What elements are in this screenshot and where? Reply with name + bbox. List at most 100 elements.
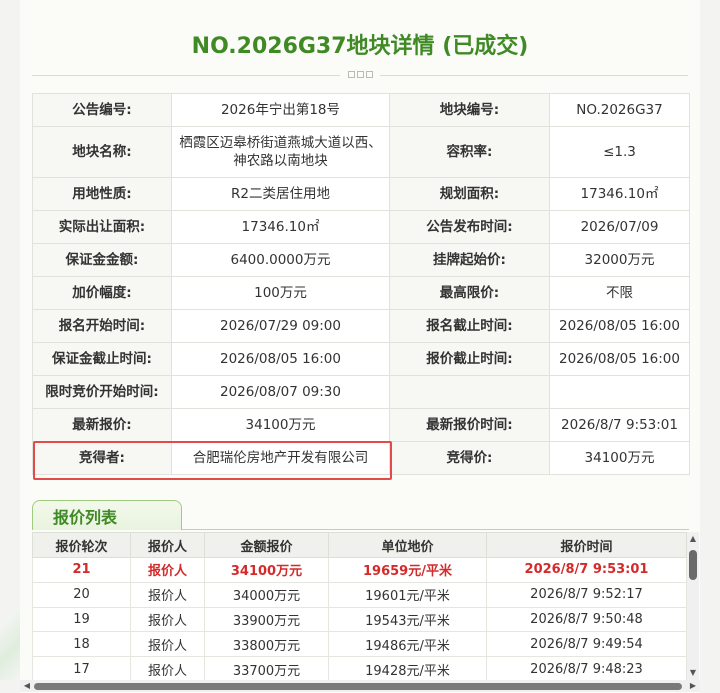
info-row: 最新报价: 34100万元 最新报价时间: 2026/8/7 9:53:01 xyxy=(32,408,690,442)
info-label: 报名开始时间: xyxy=(32,309,172,343)
info-label: 最新报价: xyxy=(32,408,172,442)
bid-list-table: 报价轮次 报价人 金额报价 单位地价 报价时间 21 报价人 34100万元 19659元/平… xyxy=(32,532,687,680)
bid-cell: 19601元/平米 xyxy=(328,581,487,608)
bid-cell: 2026/8/7 9:52:17 xyxy=(486,581,687,608)
info-label: 报名截止时间: xyxy=(389,309,550,343)
info-value: 2026/08/07 09:30 xyxy=(171,375,390,409)
info-label: 保证金金额: xyxy=(32,243,172,277)
info-value xyxy=(549,375,690,409)
bid-cell: 19428元/平米 xyxy=(328,656,487,680)
info-value: 2026年宁出第18号 xyxy=(171,93,390,127)
info-value: 6400.0000万元 xyxy=(171,243,390,277)
scroll-down-arrow-icon[interactable]: ▼ xyxy=(688,668,698,678)
tab-bid-list[interactable]: 报价列表 xyxy=(32,500,182,530)
bid-cell: 33800万元 xyxy=(204,631,329,658)
info-row: 保证金截止时间: 2026/08/05 16:00 报价截止时间: 2026/08/0… xyxy=(32,342,690,376)
info-row: 竞得者: 合肥瑞伦房地产开发有限公司 竞得价: 34100万元 xyxy=(32,441,690,475)
bid-cell: 21 xyxy=(32,557,131,583)
bid-cell: 17 xyxy=(32,656,131,680)
bid-cell: 20 xyxy=(32,581,131,608)
bid-cell: 报价人 xyxy=(130,606,205,633)
info-value: 34100万元 xyxy=(549,441,690,475)
bid-cell: 报价人 xyxy=(130,581,205,608)
info-row: 加价幅度: 100万元 最高限价: 不限 xyxy=(32,276,690,310)
scroll-right-arrow-icon[interactable]: ▶ xyxy=(688,681,698,691)
info-label: 报价截止时间: xyxy=(389,342,550,376)
land-detail-page: NO.2026G37地块详情 (已成交) 公告编号: 2026年宁出第18号 地块编… xyxy=(20,0,700,693)
info-label: 挂牌起始价: xyxy=(389,243,550,277)
bid-list-header-row: 报价轮次 报价人 金额报价 单位地价 报价时间 xyxy=(32,532,687,558)
info-value: 2026/8/7 9:53:01 xyxy=(549,408,690,442)
info-row: 保证金金额: 6400.0000万元 挂牌起始价: 32000万元 xyxy=(32,243,690,277)
scroll-up-arrow-icon[interactable]: ▲ xyxy=(688,534,698,544)
bid-cell: 19486元/平米 xyxy=(328,631,487,658)
bid-row[interactable]: 20 报价人 34000万元 19601元/平米 2026/8/7 9:52:17 xyxy=(32,581,687,608)
info-value: 栖霞区迈皋桥街道燕城大道以西、神农路以南地块 xyxy=(171,126,390,178)
info-row: 公告编号: 2026年宁出第18号 地块编号: NO.2026G37 xyxy=(32,93,690,127)
bid-cell: 33700万元 xyxy=(204,656,329,680)
info-value: 17346.10㎡ xyxy=(549,177,690,211)
bid-column-header: 报价人 xyxy=(130,532,205,558)
info-value: 不限 xyxy=(549,276,690,310)
bid-column-header: 报价时间 xyxy=(486,532,687,558)
horizontal-scroll-thumb[interactable] xyxy=(34,683,682,690)
info-value: 2026/07/09 xyxy=(549,210,690,244)
bid-row[interactable]: 19 报价人 33900万元 19543元/平米 2026/8/7 9:50:48 xyxy=(32,606,687,633)
vertical-scroll-thumb[interactable] xyxy=(689,550,697,580)
info-label: 地块编号: xyxy=(389,93,550,127)
info-row: 地块名称: 栖霞区迈皋桥街道燕城大道以西、神农路以南地块 容积率: ≤1.3 xyxy=(32,126,690,178)
info-value: 17346.10㎡ xyxy=(171,210,390,244)
info-row: 用地性质: R2二类居住用地 规划面积: 17346.10㎡ xyxy=(32,177,690,211)
bid-list-panel[interactable]: 报价轮次 报价人 金额报价 单位地价 报价时间 21 报价人 34100万元 19659元/平… xyxy=(32,532,690,680)
bid-row[interactable]: 17 报价人 33700万元 19428元/平米 2026/8/7 9:48:23 xyxy=(32,656,687,680)
info-label: 限时竞价开始时间: xyxy=(32,375,172,409)
info-label: 最新报价时间: xyxy=(389,408,550,442)
bid-cell: 报价人 xyxy=(130,557,205,583)
bid-cell: 19543元/平米 xyxy=(328,606,487,633)
title-divider-ornament xyxy=(340,70,380,80)
info-label: 用地性质: xyxy=(32,177,172,211)
bid-cell: 19 xyxy=(32,606,131,633)
bid-cell: 19659元/平米 xyxy=(328,557,487,583)
bid-cell: 2026/8/7 9:50:48 xyxy=(486,606,687,633)
bid-row[interactable]: 21 报价人 34100万元 19659元/平米 2026/8/7 9:53:01 xyxy=(32,557,687,583)
bid-cell: 33900万元 xyxy=(204,606,329,633)
bid-cell: 2026/8/7 9:48:23 xyxy=(486,656,687,680)
bid-cell: 2026/8/7 9:53:01 xyxy=(486,557,687,583)
info-label: 地块名称: xyxy=(32,126,172,178)
info-value: NO.2026G37 xyxy=(549,93,690,127)
info-label: 竞得者: xyxy=(32,441,172,475)
info-label: 规划面积: xyxy=(389,177,550,211)
bid-column-header: 单位地价 xyxy=(328,532,487,558)
info-label: 容积率: xyxy=(389,126,550,178)
info-value: 合肥瑞伦房地产开发有限公司 xyxy=(171,441,390,475)
info-label: 实际出让面积: xyxy=(32,210,172,244)
bid-cell: 2026/8/7 9:49:54 xyxy=(486,631,687,658)
page-horizontal-scrollbar[interactable]: ◀ ▶ xyxy=(20,680,700,692)
info-value: 2026/08/05 16:00 xyxy=(171,342,390,376)
land-info-table: 公告编号: 2026年宁出第18号 地块编号: NO.2026G37 地块名称: 栖霞区迈… xyxy=(32,93,690,475)
info-label: 公告编号: xyxy=(32,93,172,127)
info-label: 竞得价: xyxy=(389,441,550,475)
info-value: R2二类居住用地 xyxy=(171,177,390,211)
bid-list-vertical-scrollbar[interactable]: ▲ ▼ xyxy=(687,532,699,680)
bid-cell: 34100万元 xyxy=(204,557,329,583)
info-row: 实际出让面积: 17346.10㎡ 公告发布时间: 2026/07/09 xyxy=(32,210,690,244)
scroll-left-arrow-icon[interactable]: ◀ xyxy=(22,681,32,691)
info-value: 2026/08/05 16:00 xyxy=(549,342,690,376)
info-label: 保证金截止时间: xyxy=(32,342,172,376)
info-value: 2026/08/05 16:00 xyxy=(549,309,690,343)
info-label xyxy=(389,375,550,409)
info-row: 限时竞价开始时间: 2026/08/07 09:30 xyxy=(32,375,690,409)
page-title: NO.2026G37地块详情 (已成交) xyxy=(191,34,529,59)
bid-row[interactable]: 18 报价人 33800万元 19486元/平米 2026/8/7 9:49:54 xyxy=(32,631,687,658)
info-value: 100万元 xyxy=(171,276,390,310)
info-value: 34100万元 xyxy=(171,408,390,442)
info-value: 32000万元 xyxy=(549,243,690,277)
bid-cell: 34000万元 xyxy=(204,581,329,608)
bid-cell: 报价人 xyxy=(130,631,205,658)
info-row: 报名开始时间: 2026/07/29 09:00 报名截止时间: 2026/08/05… xyxy=(32,309,690,343)
bid-column-header: 金额报价 xyxy=(204,532,329,558)
info-value: ≤1.3 xyxy=(549,126,690,178)
bid-cell: 18 xyxy=(32,631,131,658)
